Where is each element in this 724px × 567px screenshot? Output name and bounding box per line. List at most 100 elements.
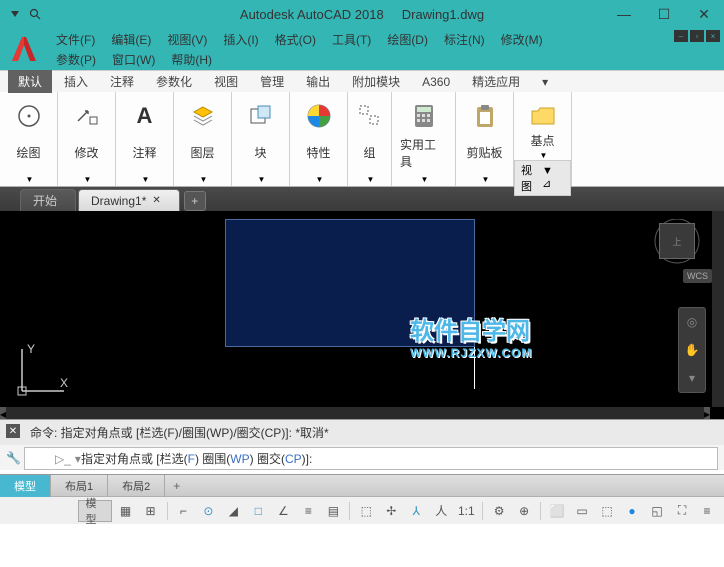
doc-tab-start[interactable]: 开始	[20, 189, 76, 211]
steering-wheel-icon[interactable]: ◎	[682, 312, 702, 332]
units-icon[interactable]: ⬜	[546, 500, 568, 522]
panel-layers[interactable]: 图层 ▼	[174, 92, 232, 186]
menu-view[interactable]: 视图(V)	[159, 30, 215, 49]
panel-draw[interactable]: 绘图 ▼	[0, 92, 58, 186]
navigation-bar: ◎ ✋ ▾	[678, 307, 706, 393]
panel-annotate-drop[interactable]: ▼	[142, 175, 150, 184]
panel-basepoint[interactable]: 基点 ▼ 视图 ▼ ⊿	[514, 92, 572, 186]
qat-menu-icon[interactable]	[8, 7, 22, 21]
quick-access-toolbar	[0, 7, 42, 21]
mdi-close[interactable]: ×	[706, 30, 720, 42]
viewcube-face[interactable]: 上	[659, 223, 695, 259]
annotation-monitor-icon[interactable]: ⊕	[513, 500, 535, 522]
annotation-scale-icon[interactable]: ⅄	[405, 500, 427, 522]
panel-properties[interactable]: 特性 ▼	[290, 92, 348, 186]
menu-parametric[interactable]: 参数(P)	[48, 50, 104, 69]
menu-tools[interactable]: 工具(T)	[324, 30, 379, 49]
panel-group[interactable]: 组 ▼	[348, 92, 392, 186]
layout-tab-layout2[interactable]: 布局2	[108, 475, 165, 497]
annotation-visibility-icon[interactable]: 人	[430, 500, 452, 522]
mdi-restore[interactable]: ▫	[690, 30, 704, 42]
quick-properties-icon[interactable]: ▭	[571, 500, 593, 522]
menu-format[interactable]: 格式(O)	[267, 30, 324, 49]
otrack-icon[interactable]: ∠	[272, 500, 294, 522]
viewcube[interactable]: 上 WCS	[642, 219, 712, 289]
vertical-scrollbar[interactable]	[712, 211, 724, 407]
app-name: Autodesk AutoCAD 2018	[240, 7, 384, 22]
close-button[interactable]: ✕	[684, 0, 724, 28]
command-input[interactable]: ▷_ ▾ 指定对角点或 [ 栏选(F) 圈围(WP) 圈交(CP) ]:	[24, 447, 718, 470]
panel-draw-drop[interactable]: ▼	[26, 175, 34, 184]
layout-add-button[interactable]: +	[165, 479, 188, 493]
ribbon-tab-view[interactable]: 视图	[204, 70, 248, 93]
nav-drop-icon[interactable]: ▾	[682, 368, 702, 388]
add-tab-button[interactable]: +	[184, 191, 206, 211]
menu-window[interactable]: 窗口(W)	[104, 50, 163, 69]
transparency-icon[interactable]: ▤	[322, 500, 344, 522]
clean-screen-icon[interactable]: ⛶	[671, 500, 693, 522]
workspace-icon[interactable]: ⚙	[488, 500, 510, 522]
ribbon-tab-parametric[interactable]: 参数化	[146, 70, 202, 93]
panel-view-footer[interactable]: 视图 ▼ ⊿	[514, 168, 571, 186]
ribbon-tab-insert[interactable]: 插入	[54, 70, 98, 93]
hardware-accel-icon[interactable]: ●	[621, 500, 643, 522]
panel-modify-drop[interactable]: ▼	[84, 175, 92, 184]
panel-annotate[interactable]: A 注释 ▼	[116, 92, 174, 186]
isolate-icon[interactable]: ◱	[646, 500, 668, 522]
ribbon-tab-annotate[interactable]: 注释	[100, 70, 144, 93]
close-icon[interactable]: ✕	[152, 195, 160, 206]
menu-edit[interactable]: 编辑(E)	[103, 30, 159, 49]
ribbon-tab-addins[interactable]: 附加模块	[342, 70, 410, 93]
horizontal-scrollbar[interactable]: ◂▸	[0, 407, 710, 419]
panel-block-drop[interactable]: ▼	[258, 175, 266, 184]
panel-block[interactable]: 块 ▼	[232, 92, 290, 186]
menu-dimension[interactable]: 标注(N)	[436, 30, 493, 49]
panel-modify[interactable]: 修改 ▼	[58, 92, 116, 186]
status-model[interactable]: 模型	[78, 500, 111, 522]
grid-icon[interactable]: ▦	[115, 500, 137, 522]
menu-insert[interactable]: 插入(I)	[215, 30, 266, 49]
scale-label[interactable]: 1:1	[455, 500, 477, 522]
panel-group-drop[interactable]: ▼	[367, 175, 375, 184]
ribbon-tab-featured[interactable]: 精选应用	[462, 70, 530, 93]
ribbon-tab-a360[interactable]: A360	[412, 72, 460, 92]
ortho-icon[interactable]: ⌐	[172, 500, 194, 522]
panel-utilities-drop[interactable]: ▼	[421, 175, 429, 184]
mdi-controls: – ▫ ×	[674, 30, 720, 42]
minimize-button[interactable]: —	[604, 0, 644, 28]
isodraft-icon[interactable]: ◢	[222, 500, 244, 522]
doc-tab-drawing1[interactable]: Drawing1* ✕	[78, 189, 180, 211]
panel-utilities[interactable]: 实用工具 ▼	[392, 92, 456, 186]
maximize-button[interactable]: ☐	[644, 0, 684, 28]
dynamic-input-icon[interactable]: ✢	[380, 500, 402, 522]
panel-clipboard[interactable]: 剪贴板 ▼	[456, 92, 514, 186]
panel-clipboard-drop[interactable]: ▼	[482, 175, 490, 184]
snap-icon[interactable]: ⊞	[140, 500, 162, 522]
menu-draw[interactable]: 绘图(D)	[379, 30, 436, 49]
wrench-icon[interactable]: 🔧	[6, 451, 21, 466]
cmd-close-icon[interactable]: ✕	[6, 424, 20, 438]
ribbon-tab-overflow[interactable]: ▾	[532, 72, 558, 92]
lineweight-icon[interactable]: ≡	[297, 500, 319, 522]
menu-modify[interactable]: 修改(M)	[493, 30, 551, 49]
ribbon-tab-manage[interactable]: 管理	[250, 70, 294, 93]
osnap-icon[interactable]: □	[247, 500, 269, 522]
layout-tab-layout1[interactable]: 布局1	[51, 475, 108, 497]
panel-properties-drop[interactable]: ▼	[316, 175, 324, 184]
ribbon-tab-default[interactable]: 默认	[8, 70, 52, 93]
ribbon-tab-output[interactable]: 输出	[296, 70, 340, 93]
customize-icon[interactable]: ≡	[696, 500, 718, 522]
pan-icon[interactable]: ✋	[682, 340, 702, 360]
app-logo-button[interactable]	[0, 28, 48, 70]
lock-ui-icon[interactable]: ⬚	[596, 500, 618, 522]
drawing-canvas[interactable]: 软件自学网 WWW.RJZXW.COM Y X 上 WCS ◎ ✋ ▾ ◂▸	[0, 211, 724, 419]
wcs-label[interactable]: WCS	[683, 269, 712, 283]
menu-file[interactable]: 文件(F)	[48, 30, 103, 49]
menu-help[interactable]: 帮助(H)	[163, 50, 220, 69]
mdi-minimize[interactable]: –	[674, 30, 688, 42]
search-icon[interactable]	[28, 7, 42, 21]
selection-cycling-icon[interactable]: ⬚	[355, 500, 377, 522]
panel-layers-drop[interactable]: ▼	[200, 175, 208, 184]
polar-icon[interactable]: ⊙	[197, 500, 219, 522]
layout-tab-model[interactable]: 模型	[0, 475, 51, 497]
